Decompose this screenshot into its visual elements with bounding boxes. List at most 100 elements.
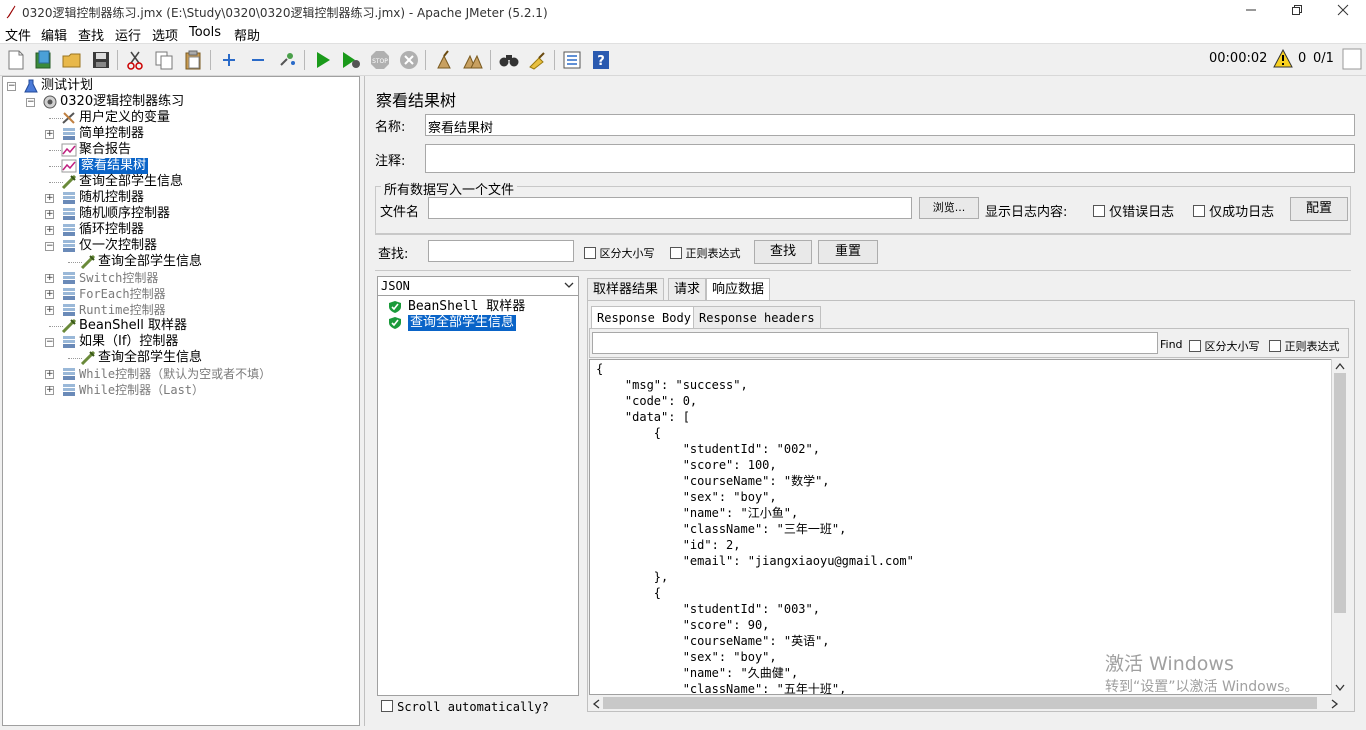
tree-node-label: 用户定义的变量 <box>79 110 171 125</box>
start-icon[interactable] <box>311 49 335 71</box>
paste-icon[interactable] <box>181 49 205 71</box>
tree-node[interactable]: − 测试计划 <box>3 78 359 94</box>
tab-response-data[interactable]: 响应数据 <box>706 278 771 300</box>
tree-node[interactable]: − 仅一次控制器 <box>3 238 359 254</box>
tree-node[interactable]: + While控制器（默认为空或者不填） <box>3 366 359 382</box>
file-input[interactable] <box>428 197 912 219</box>
tree-expander[interactable]: + <box>45 290 54 299</box>
reset-search-icon[interactable] <box>525 49 549 71</box>
response-find-input[interactable] <box>592 332 1158 354</box>
json-line: "studentId": "002", <box>596 442 820 456</box>
expand-all-icon[interactable] <box>217 49 241 71</box>
save-icon[interactable] <box>89 49 113 71</box>
tree-expander[interactable]: + <box>45 386 54 395</box>
tree-node[interactable]: 聚合报告 <box>3 142 359 158</box>
stop-icon[interactable]: STOP <box>368 49 392 71</box>
errors-only-checkbox[interactable]: 仅错误日志 <box>1093 201 1174 220</box>
tree-expander[interactable]: + <box>45 226 54 235</box>
tree-node[interactable]: 察看结果树 <box>3 158 359 174</box>
controller-icon <box>61 303 77 317</box>
function-helper-icon[interactable] <box>560 49 584 71</box>
success-only-checkbox[interactable]: 仅成功日志 <box>1193 201 1274 220</box>
tree-node[interactable]: 查询全部学生信息 <box>3 350 359 366</box>
toggle-icon[interactable] <box>275 49 299 71</box>
menu-options[interactable]: 选项 <box>150 25 180 44</box>
tree-node[interactable]: BeanShell 取样器 <box>3 318 359 334</box>
tree-expander[interactable]: − <box>45 242 54 251</box>
tab-sampler-result[interactable]: 取样器结果 <box>587 278 665 300</box>
reset-button[interactable]: 重置 <box>818 240 878 264</box>
close-button[interactable] <box>1320 0 1366 24</box>
copy-icon[interactable] <box>152 49 176 71</box>
subtab-response-body[interactable]: Response Body <box>591 306 697 328</box>
response-case-checkbox[interactable]: 区分大小写 <box>1189 338 1260 354</box>
subtab-response-headers[interactable]: Response headers <box>693 306 821 328</box>
tab-request[interactable]: 请求 <box>668 278 707 300</box>
menu-run[interactable]: 运行 <box>113 25 143 44</box>
help-icon[interactable]: ? <box>589 49 613 71</box>
tree-node[interactable]: + 循环控制器 <box>3 222 359 238</box>
horizontal-scrollbar[interactable] <box>589 695 1347 711</box>
search-icon[interactable] <box>497 49 521 71</box>
tree-node-label: 循环控制器 <box>79 222 145 237</box>
tree-node-label: 随机控制器 <box>79 190 145 205</box>
shutdown-icon[interactable] <box>397 49 421 71</box>
menu-help[interactable]: 帮助 <box>232 25 262 44</box>
case-sensitive-checkbox[interactable]: 区分大小写 <box>584 245 655 261</box>
response-body-text[interactable]: { "msg": "success", "code": 0, "data": [… <box>589 359 1333 695</box>
horizontal-scroll-thumb[interactable] <box>603 697 1317 709</box>
log-content-label: 显示日志内容: <box>985 205 1068 220</box>
scroll-automatically-checkbox[interactable]: Scroll automatically? <box>381 700 549 715</box>
open-icon[interactable] <box>60 49 84 71</box>
menu-file[interactable]: 文件 <box>3 25 33 44</box>
renderer-select[interactable]: JSON <box>377 276 579 296</box>
tree-node[interactable]: + Switch控制器 <box>3 270 359 286</box>
tree-node-label: 如果（If）控制器 <box>79 334 179 349</box>
vertical-scroll-thumb[interactable] <box>1334 373 1346 613</box>
search-input[interactable] <box>428 240 574 262</box>
warning-icon[interactable] <box>1273 48 1293 72</box>
tree-expander[interactable]: + <box>45 274 54 283</box>
tree-node[interactable]: + ForEach控制器 <box>3 286 359 302</box>
tree-node[interactable]: 用户定义的变量 <box>3 110 359 126</box>
tree-node[interactable]: − 如果（If）控制器 <box>3 334 359 350</box>
tree-expander[interactable]: − <box>26 98 35 107</box>
restore-button[interactable] <box>1274 0 1320 24</box>
start-no-pauses-icon[interactable] <box>339 49 363 71</box>
tree-expander[interactable]: − <box>7 82 16 91</box>
templates-icon[interactable] <box>31 49 55 71</box>
comment-input[interactable] <box>425 144 1355 173</box>
tree-expander[interactable]: + <box>45 210 54 219</box>
response-regex-checkbox[interactable]: 正则表达式 <box>1269 338 1340 354</box>
find-button[interactable]: 查找 <box>754 240 812 264</box>
tree-node[interactable]: + 随机控制器 <box>3 190 359 206</box>
sampler-icon <box>61 318 77 334</box>
tree-node[interactable]: + 随机顺序控制器 <box>3 206 359 222</box>
menu-tools[interactable]: Tools <box>187 25 223 40</box>
vertical-scrollbar[interactable] <box>1331 359 1347 695</box>
tree-node[interactable]: + 简单控制器 <box>3 126 359 142</box>
tree-node[interactable]: + Runtime控制器 <box>3 302 359 318</box>
name-input[interactable]: 察看结果树 <box>425 114 1355 136</box>
tree-node[interactable]: + While控制器（Last） <box>3 382 359 398</box>
collapse-all-icon[interactable] <box>246 49 270 71</box>
tree-node[interactable]: − 0320逻辑控制器练习 <box>3 94 359 110</box>
cut-icon[interactable] <box>123 49 147 71</box>
browse-button[interactable]: 浏览... <box>919 197 979 219</box>
tree-node[interactable]: 查询全部学生信息 <box>3 174 359 190</box>
tree-expander[interactable]: + <box>45 306 54 315</box>
tree-expander[interactable]: + <box>45 130 54 139</box>
result-item-label: BeanShell 取样器 <box>408 299 526 314</box>
menu-edit[interactable]: 编辑 <box>39 25 69 44</box>
tree-node[interactable]: 查询全部学生信息 <box>3 254 359 270</box>
menu-search[interactable]: 查找 <box>76 25 106 44</box>
clear-icon[interactable] <box>432 49 456 71</box>
tree-expander[interactable]: − <box>45 338 54 347</box>
tree-expander[interactable]: + <box>45 194 54 203</box>
regex-checkbox[interactable]: 正则表达式 <box>670 245 741 261</box>
clear-all-icon[interactable] <box>461 49 485 71</box>
configure-button[interactable]: 配置 <box>1290 197 1348 221</box>
new-icon[interactable] <box>4 49 28 71</box>
minimize-button[interactable] <box>1228 0 1274 24</box>
tree-expander[interactable]: + <box>45 370 54 379</box>
